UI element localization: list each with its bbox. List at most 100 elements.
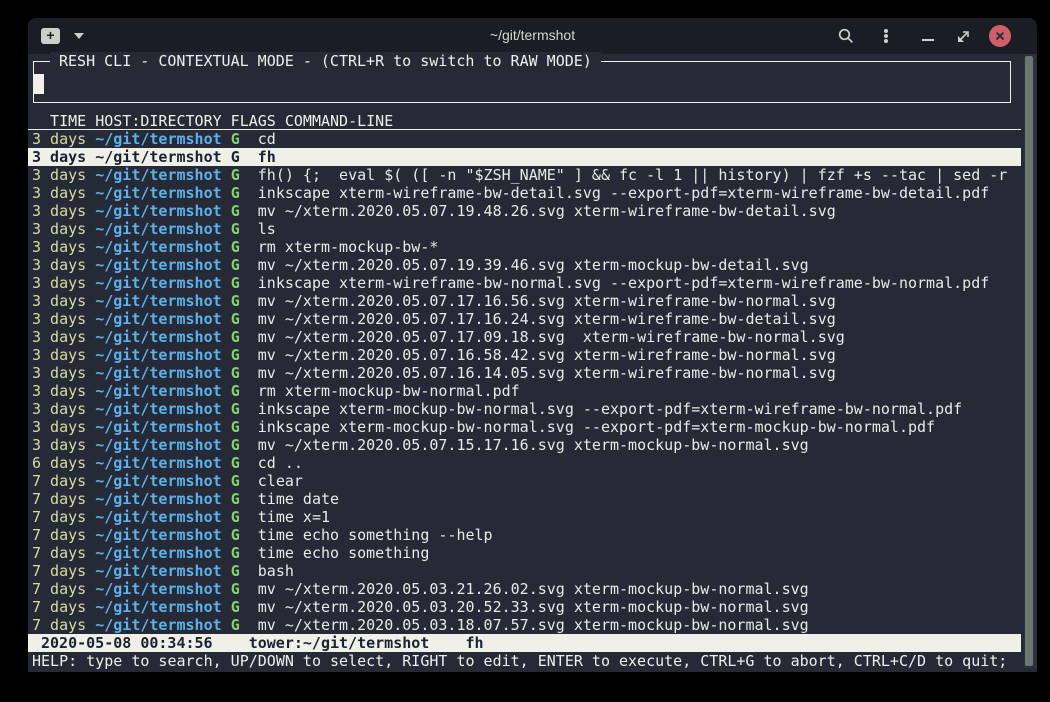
command-cell: mv ~/xterm.2020.05.07.17.09.18.svg xterm… xyxy=(258,328,845,346)
time-cell: 3 days xyxy=(32,346,86,364)
history-row[interactable]: 3 days ~/git/termshot G mv ~/xterm.2020.… xyxy=(28,436,1021,454)
history-row[interactable]: 7 days ~/git/termshot G clear xyxy=(28,472,1021,490)
time-cell: 3 days xyxy=(32,364,86,382)
time-cell: 3 days xyxy=(32,184,86,202)
host-directory-cell: ~/git/termshot xyxy=(95,526,221,544)
history-table-header: TIME HOST:DIRECTORY FLAGS COMMAND-LINE xyxy=(28,112,1021,130)
history-row[interactable]: 3 days ~/git/termshot G fh() {; eval $( … xyxy=(28,166,1021,184)
time-cell: 6 days xyxy=(32,454,86,472)
command-cell: mv ~/xterm.2020.05.03.20.52.33.svg xterm… xyxy=(258,598,809,616)
flags-cell: G xyxy=(231,220,240,238)
command-cell: inkscape xterm-mockup-bw-normal.svg --ex… xyxy=(258,418,935,436)
history-row[interactable]: 7 days ~/git/termshot G time echo someth… xyxy=(28,544,1021,562)
flags-cell: G xyxy=(231,364,240,382)
history-row[interactable]: 3 days ~/git/termshot G inkscape xterm-w… xyxy=(28,274,1021,292)
command-cell: mv ~/xterm.2020.05.07.19.48.26.svg xterm… xyxy=(258,202,836,220)
host-directory-cell: ~/git/termshot xyxy=(95,148,221,166)
search-button[interactable] xyxy=(838,28,854,44)
status-location: tower:~/git/termshot xyxy=(249,634,430,652)
history-table: TIME HOST:DIRECTORY FLAGS COMMAND-LINE 3… xyxy=(28,112,1021,634)
host-directory-cell: ~/git/termshot xyxy=(95,436,221,454)
command-cell: cd xyxy=(258,130,276,148)
time-cell: 3 days xyxy=(32,418,86,436)
host-directory-cell: ~/git/termshot xyxy=(95,274,221,292)
host-directory-cell: ~/git/termshot xyxy=(95,472,221,490)
host-directory-cell: ~/git/termshot xyxy=(95,130,221,148)
host-directory-cell: ~/git/termshot xyxy=(95,508,221,526)
history-row[interactable]: 7 days ~/git/termshot G bash xyxy=(28,562,1021,580)
history-row[interactable]: 3 days ~/git/termshot G mv ~/xterm.2020.… xyxy=(28,346,1021,364)
flags-cell: G xyxy=(231,454,240,472)
flags-cell: G xyxy=(231,472,240,490)
history-row[interactable]: 7 days ~/git/termshot G time echo someth… xyxy=(28,526,1021,544)
history-row[interactable]: 3 days ~/git/termshot G mv ~/xterm.2020.… xyxy=(28,292,1021,310)
close-button[interactable] xyxy=(989,25,1011,47)
history-row[interactable]: 7 days ~/git/termshot G time date xyxy=(28,490,1021,508)
history-row[interactable]: 3 days ~/git/termshot G inkscape xterm-w… xyxy=(28,184,1021,202)
host-directory-cell: ~/git/termshot xyxy=(95,490,221,508)
flags-cell: G xyxy=(231,238,240,256)
history-row[interactable]: 3 days ~/git/termshot G inkscape xterm-m… xyxy=(28,418,1021,436)
kebab-menu-icon[interactable] xyxy=(884,29,888,33)
resh-search-box[interactable]: RESH CLI - CONTEXTUAL MODE - (CTRL+R to … xyxy=(33,61,1011,103)
flags-cell: G xyxy=(231,580,240,598)
help-bar: HELP: type to search, UP/DOWN to select,… xyxy=(32,652,1007,670)
command-cell: mv ~/xterm.2020.05.07.16.14.05.svg xterm… xyxy=(258,364,836,382)
history-row[interactable]: 3 days ~/git/termshot G mv ~/xterm.2020.… xyxy=(28,256,1021,274)
host-directory-cell: ~/git/termshot xyxy=(95,364,221,382)
flags-cell: G xyxy=(231,418,240,436)
command-cell: time date xyxy=(258,490,339,508)
flags-cell: G xyxy=(231,436,240,454)
flags-cell: G xyxy=(231,562,240,580)
minimize-button[interactable] xyxy=(922,39,934,41)
history-row[interactable]: 7 days ~/git/termshot G mv ~/xterm.2020.… xyxy=(28,616,1021,634)
time-cell: 7 days xyxy=(32,616,86,634)
history-row[interactable]: 3 days ~/git/termshot G fh xyxy=(28,148,1021,166)
history-row[interactable]: 7 days ~/git/termshot G mv ~/xterm.2020.… xyxy=(28,580,1021,598)
host-directory-cell: ~/git/termshot xyxy=(95,256,221,274)
time-cell: 3 days xyxy=(32,400,86,418)
time-cell: 3 days xyxy=(32,202,86,220)
history-row[interactable]: 3 days ~/git/termshot G mv ~/xterm.2020.… xyxy=(28,364,1021,382)
time-cell: 7 days xyxy=(32,580,86,598)
command-cell: rm xterm-mockup-bw-* xyxy=(258,238,439,256)
history-row[interactable]: 3 days ~/git/termshot G rm xterm-mockup-… xyxy=(28,382,1021,400)
flags-cell: G xyxy=(231,256,240,274)
history-row[interactable]: 6 days ~/git/termshot G cd .. xyxy=(28,454,1021,472)
scrollbar-thumb[interactable] xyxy=(1025,56,1033,666)
time-cell: 7 days xyxy=(32,472,86,490)
command-cell: mv ~/xterm.2020.05.07.17.16.56.svg xterm… xyxy=(258,292,836,310)
history-row[interactable]: 3 days ~/git/termshot G mv ~/xterm.2020.… xyxy=(28,202,1021,220)
host-directory-cell: ~/git/termshot xyxy=(95,382,221,400)
command-cell: ls xyxy=(258,220,276,238)
flags-cell: G xyxy=(231,328,240,346)
titlebar[interactable]: + ~/git/termshot xyxy=(28,18,1037,54)
flags-cell: G xyxy=(231,202,240,220)
history-row[interactable]: 3 days ~/git/termshot G ls xyxy=(28,220,1021,238)
history-row[interactable]: 3 days ~/git/termshot G cd xyxy=(28,130,1021,148)
time-cell: 3 days xyxy=(32,310,86,328)
host-directory-cell: ~/git/termshot xyxy=(95,346,221,364)
restore-button[interactable] xyxy=(957,30,969,42)
scrollbar-track[interactable] xyxy=(1024,54,1036,668)
flags-cell: G xyxy=(231,598,240,616)
history-row[interactable]: 3 days ~/git/termshot G rm xterm-mockup-… xyxy=(28,238,1021,256)
command-cell: time x=1 xyxy=(258,508,330,526)
command-cell: bash xyxy=(258,562,294,580)
history-row[interactable]: 3 days ~/git/termshot G mv ~/xterm.2020.… xyxy=(28,310,1021,328)
time-cell: 7 days xyxy=(32,562,86,580)
history-row[interactable]: 7 days ~/git/termshot G mv ~/xterm.2020.… xyxy=(28,598,1021,616)
time-cell: 7 days xyxy=(32,598,86,616)
history-row[interactable]: 7 days ~/git/termshot G time x=1 xyxy=(28,508,1021,526)
resh-banner-title: RESH CLI - CONTEXTUAL MODE - (CTRL+R to … xyxy=(50,52,601,70)
search-icon xyxy=(838,28,854,44)
history-row[interactable]: 3 days ~/git/termshot G mv ~/xterm.2020.… xyxy=(28,328,1021,346)
flags-cell: G xyxy=(231,544,240,562)
history-row[interactable]: 3 days ~/git/termshot G inkscape xterm-m… xyxy=(28,400,1021,418)
text-cursor xyxy=(34,74,44,94)
host-directory-cell: ~/git/termshot xyxy=(95,598,221,616)
time-cell: 3 days xyxy=(32,148,86,166)
status-datetime: 2020-05-08 00:34:56 xyxy=(41,634,213,652)
time-cell: 3 days xyxy=(32,274,86,292)
flags-cell: G xyxy=(231,346,240,364)
